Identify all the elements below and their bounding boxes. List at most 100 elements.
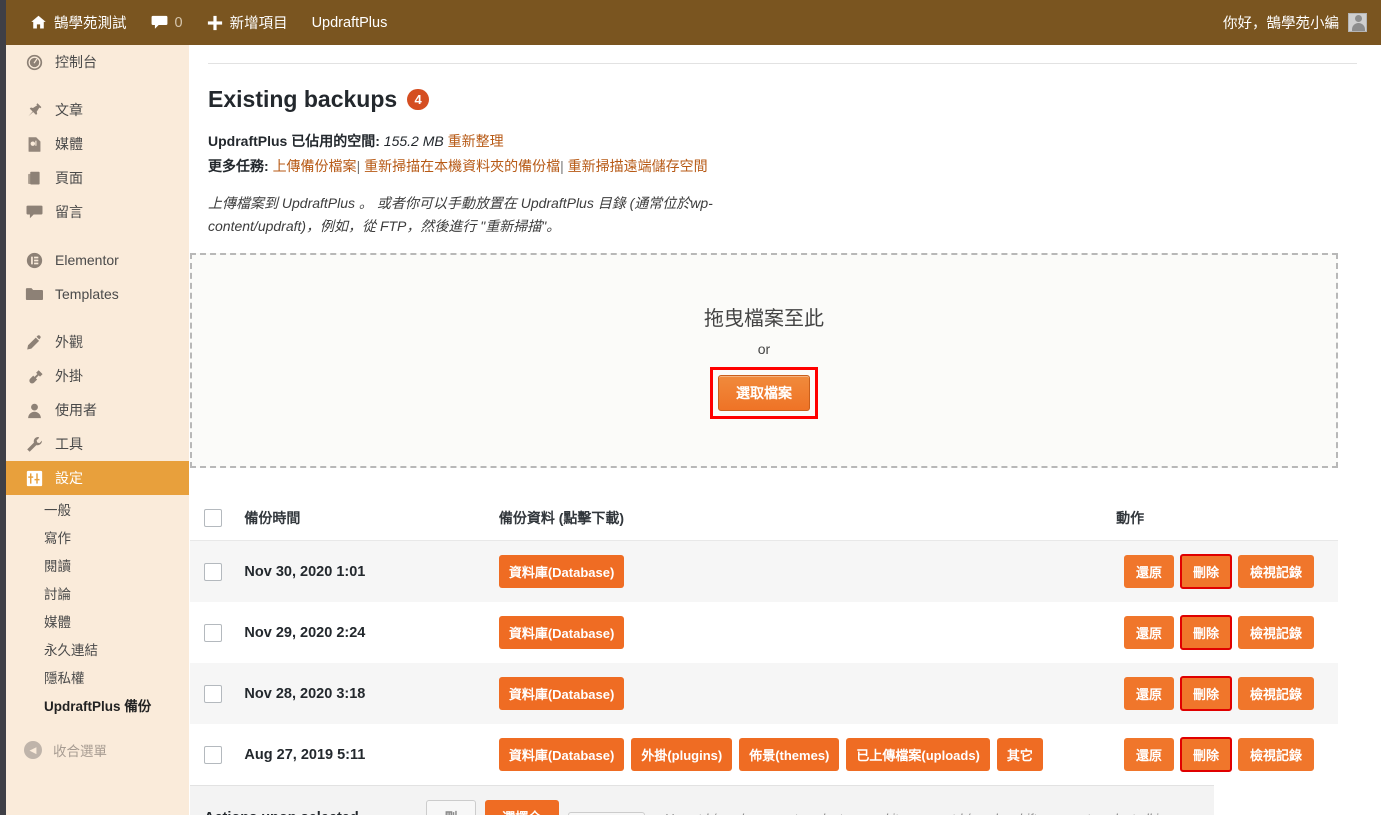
file-dropzone[interactable]: 拖曳檔案至此 or 選取檔案 <box>190 253 1338 469</box>
backup-actions-cell: 還原 刪除 檢視記錄 <box>1116 540 1338 603</box>
rescan-refresh-link[interactable]: 重新整理 <box>448 133 504 149</box>
collapse-menu-label: 收合選單 <box>53 744 107 759</box>
header-select-all-cell[interactable] <box>190 496 245 542</box>
download-component-button[interactable]: 資料庫(Database) <box>498 677 625 711</box>
task-separator-2: | <box>560 158 564 174</box>
admin-bar-updraftplus[interactable]: UpdraftPlus <box>300 0 400 45</box>
delete-button[interactable]: 刪除 <box>1179 615 1232 651</box>
bulk-actions-label: Actions upon selected backups <box>204 810 414 815</box>
view-log-button[interactable]: 檢視記錄 <box>1237 738 1314 772</box>
view-log-button[interactable]: 檢視記錄 <box>1237 677 1314 711</box>
sidebar-subitem-3[interactable]: 討論 <box>6 579 189 607</box>
page-title-label: Existing backups <box>208 86 398 112</box>
row-checkbox[interactable] <box>204 623 222 642</box>
backup-actions-cell: 還原 刪除 檢視記錄 <box>1116 663 1338 725</box>
sidebar-item-3[interactable]: 頁面 <box>6 161 189 195</box>
row-select-cell[interactable] <box>190 540 245 603</box>
sidebar-subitem-2[interactable]: 閱讀 <box>6 551 189 579</box>
bulk-actions-bar: Actions upon selected backups 刪除 選擇全部 De… <box>190 785 1214 815</box>
dropzone-or-label: or <box>757 341 771 358</box>
download-component-button[interactable]: 資料庫(Database) <box>498 738 625 772</box>
sidebar-item-label: 工具 <box>55 436 83 452</box>
row-select-cell[interactable] <box>190 724 244 785</box>
delete-button[interactable]: 刪除 <box>1179 554 1232 590</box>
select-files-highlight: 選取檔案 <box>710 367 818 420</box>
more-tasks-line: 更多任務: 上傳備份檔案| 重新掃描在本機資料夾的備份檔| 重新掃描遠端儲存空間 <box>208 156 1357 176</box>
table-row[interactable]: Aug 27, 2019 5:11 資料庫(Database) 外掛(plugins… <box>190 724 1338 785</box>
row-checkbox[interactable] <box>204 745 222 764</box>
sidebar-item-8[interactable]: 外掛 <box>6 359 189 393</box>
sidebar-subitem-4[interactable]: 媒體 <box>6 607 189 635</box>
sidebar-subitem-1[interactable]: 寫作 <box>6 523 189 551</box>
sidebar-item-6[interactable]: Templates <box>6 277 189 311</box>
sidebar-item-1[interactable]: 文章 <box>6 93 189 127</box>
sidebar-subitem-7[interactable]: UpdraftPlus 備份 <box>6 691 189 719</box>
sidebar-item-10[interactable]: 工具 <box>6 427 189 461</box>
sidebar-item-4[interactable]: 留言 <box>6 195 189 229</box>
sidebar-group-divider <box>6 229 189 243</box>
view-log-button[interactable]: 檢視記錄 <box>1237 555 1314 589</box>
rescan-local-link[interactable]: 重新掃描在本機資料夾的備份檔 <box>364 158 560 174</box>
backup-time-cell: Nov 30, 2020 1:01 <box>244 540 499 603</box>
avatar-graphic <box>1349 14 1366 31</box>
admin-bar-account[interactable]: 你好，鵠學苑小編 <box>1223 12 1381 33</box>
view-log-button[interactable]: 檢視記錄 <box>1237 616 1314 650</box>
restore-button[interactable]: 還原 <box>1123 738 1174 772</box>
table-row[interactable]: Nov 29, 2020 2:24 資料庫(Database) 還原 刪除 檢視記錄 <box>190 602 1338 663</box>
rescan-remote-link[interactable]: 重新掃描遠端儲存空間 <box>568 158 708 174</box>
sidebar-item-9[interactable]: 使用者 <box>6 393 189 427</box>
download-component-button[interactable]: 已上傳檔案(uploads) <box>846 738 990 772</box>
download-component-button[interactable]: 其它 <box>996 738 1043 772</box>
upload-backup-link[interactable]: 上傳備份檔案 <box>273 158 357 174</box>
sidebar-item-7[interactable]: 外觀 <box>6 325 189 359</box>
restore-button[interactable]: 還原 <box>1123 677 1174 711</box>
sidebar-subitem-6[interactable]: 隱私權 <box>6 663 189 691</box>
sidebar-subitem-0[interactable]: 一般 <box>6 495 189 523</box>
sidebar-subitem-label: UpdraftPlus 備份 <box>44 699 152 714</box>
media-icon <box>24 134 44 154</box>
admin-bar-site-name[interactable]: 鵠學苑測試 <box>18 0 139 45</box>
backup-time-label: Nov 30, 2020 1:01 <box>244 564 366 581</box>
admin-bar-new-item[interactable]: 新增項目 <box>195 0 300 45</box>
table-row[interactable]: Nov 28, 2020 3:18 資料庫(Database) 還原 刪除 檢視記錄 <box>190 663 1338 725</box>
admin-bar-left-group: 鵠學苑測試 0 新增項目 UpdraftPlus <box>6 0 399 45</box>
sidebar-item-0[interactable]: 控制台 <box>6 45 189 79</box>
sidebar-item-11[interactable]: 設定 <box>6 461 197 495</box>
sidebar-subitem-label: 隱私權 <box>44 671 85 686</box>
sidebar-item-5[interactable]: Elementor <box>6 243 189 277</box>
download-component-button[interactable]: 外掛(plugins) <box>631 738 733 772</box>
delete-button[interactable]: 刪除 <box>1179 737 1232 773</box>
content-top-divider <box>208 63 1357 64</box>
row-checkbox[interactable] <box>204 562 222 581</box>
download-component-button[interactable]: 資料庫(Database) <box>498 616 625 650</box>
select-files-button[interactable]: 選取檔案 <box>718 375 810 412</box>
sidebar-subitem-label: 一般 <box>44 503 71 518</box>
dropzone-title: 拖曳檔案至此 <box>704 308 824 331</box>
bulk-delete-button[interactable]: 刪除 <box>426 800 476 815</box>
sidebar-item-2[interactable]: 媒體 <box>6 127 189 161</box>
download-component-button[interactable]: 佈景(themes) <box>739 738 840 772</box>
table-row[interactable]: Nov 30, 2020 1:01 資料庫(Database) 還原 刪除 檢視記錄 <box>190 540 1338 603</box>
restore-button[interactable]: 還原 <box>1123 555 1174 589</box>
space-used-value: 155.2 MB <box>383 133 444 149</box>
bulk-actions-hint: Use ctrl / cmd + press to select several… <box>664 811 1200 815</box>
download-component-button[interactable]: 資料庫(Database) <box>498 555 625 589</box>
restore-button[interactable]: 還原 <box>1123 616 1174 650</box>
row-select-cell[interactable] <box>190 602 244 663</box>
upload-description: 上傳檔案到 UpdraftPlus 。 或者你可以手動放置在 UpdraftPl… <box>208 195 713 234</box>
new-item-label: 新增項目 <box>229 16 288 32</box>
row-checkbox[interactable] <box>204 684 222 703</box>
sidebar-group-divider <box>6 79 189 93</box>
collapse-menu-button[interactable]: ◀ 收合選單 <box>6 733 189 767</box>
avatar[interactable] <box>1348 13 1367 32</box>
backup-time-cell: Nov 28, 2020 3:18 <box>244 663 499 725</box>
select-all-button[interactable]: 選擇全部 <box>484 800 559 815</box>
select-all-checkbox[interactable] <box>204 509 222 528</box>
delete-button[interactable]: 刪除 <box>1179 676 1232 712</box>
row-select-cell[interactable] <box>190 663 245 725</box>
more-tasks-label: 更多任務: <box>208 158 269 174</box>
sidebar-subitem-5[interactable]: 永久連結 <box>6 635 189 663</box>
sidebar-item-label: 外掛 <box>55 368 83 384</box>
admin-bar-comments[interactable]: 0 <box>139 0 195 45</box>
sidebar-subitem-label: 媒體 <box>44 615 71 630</box>
